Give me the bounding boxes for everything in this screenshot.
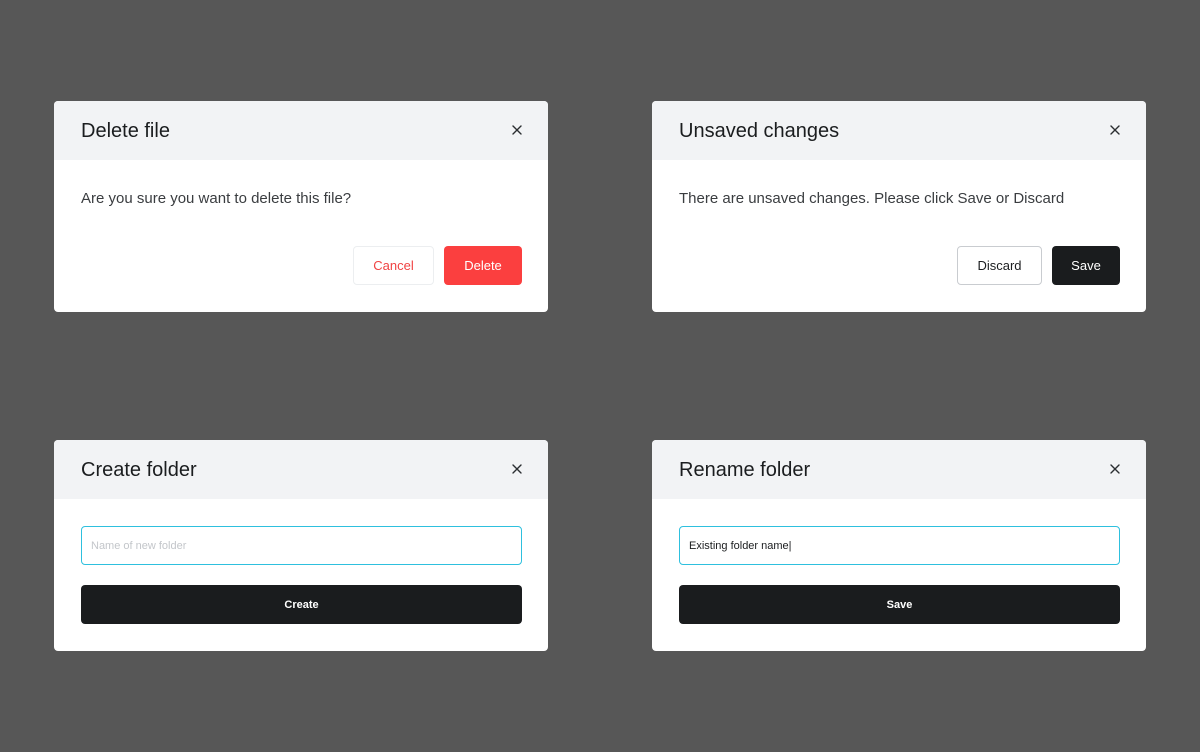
dialog-message: Are you sure you want to delete this fil… xyxy=(81,190,352,207)
cancel-button[interactable]: Cancel xyxy=(353,246,434,285)
close-button[interactable] xyxy=(1105,459,1125,479)
close-button[interactable] xyxy=(507,459,527,479)
folder-name-input[interactable] xyxy=(679,526,1120,565)
unsaved-changes-dialog: Unsaved changes There are unsaved change… xyxy=(652,101,1146,312)
close-icon xyxy=(1110,125,1120,135)
delete-file-dialog: Delete file Are you sure you want to del… xyxy=(54,101,548,312)
dialog-header: Unsaved changes xyxy=(652,101,1146,160)
dialog-title: Rename folder xyxy=(679,459,811,481)
create-button[interactable]: Create xyxy=(81,585,522,624)
dialog-title: Create folder xyxy=(81,459,197,481)
dialog-header: Rename folder xyxy=(652,440,1146,499)
save-button[interactable]: Save xyxy=(1052,246,1120,285)
close-icon xyxy=(1110,464,1120,474)
rename-folder-dialog: Rename folder Save xyxy=(652,440,1146,651)
close-icon xyxy=(512,125,522,135)
delete-button[interactable]: Delete xyxy=(444,246,522,285)
dialog-title: Unsaved changes xyxy=(679,120,840,142)
close-button[interactable] xyxy=(1105,120,1125,140)
save-button[interactable]: Save xyxy=(679,585,1120,624)
folder-name-input[interactable] xyxy=(81,526,522,565)
close-button[interactable] xyxy=(507,120,527,140)
dialog-header: Create folder xyxy=(54,440,548,499)
dialog-message: There are unsaved changes. Please click … xyxy=(679,190,1065,207)
dialog-title: Delete file xyxy=(81,120,170,142)
dialog-header: Delete file xyxy=(54,101,548,160)
create-folder-dialog: Create folder Create xyxy=(54,440,548,651)
close-icon xyxy=(512,464,522,474)
discard-button[interactable]: Discard xyxy=(957,246,1042,285)
